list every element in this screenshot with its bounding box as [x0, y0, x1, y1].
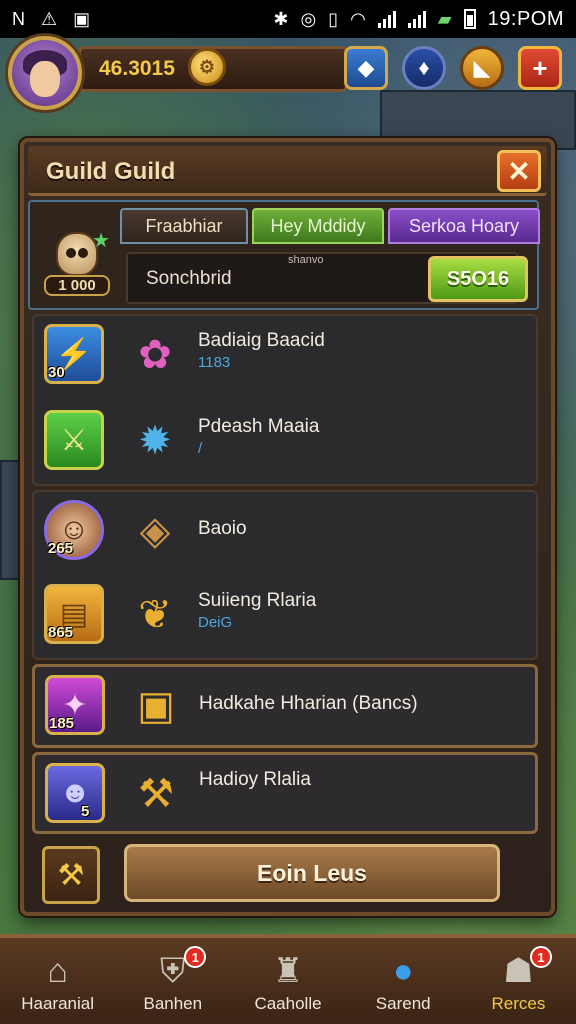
search-input[interactable]: shanvo Sonchbrid S5O16	[126, 252, 528, 304]
gold-shard-icon[interactable]: ◣	[460, 46, 504, 90]
nav-item-home[interactable]: ⌂ Haaranial	[0, 938, 115, 1024]
panel-title: Guild Guild	[46, 158, 176, 185]
notification-n-icon: N	[12, 9, 25, 29]
search-hint: shanvo	[288, 254, 324, 266]
list-item[interactable]: ⚔ ✹ Pdeash Maaia /	[34, 402, 536, 488]
tab-1[interactable]: Fraabhiar	[120, 208, 248, 244]
close-button[interactable]: ✕	[497, 150, 541, 192]
battery-saver-icon: ▰	[437, 9, 452, 29]
item-count: 30	[48, 364, 65, 381]
bluetooth-icon: ✱	[273, 9, 289, 29]
guild-list-section-1: ⚡ 30 ✿ Badiaig Baacid 1183 ⚔ ✹ Pdeash Ma…	[32, 314, 538, 486]
row-title: Suiieng Rlaria	[198, 590, 317, 611]
nav-label: Banhen	[143, 994, 203, 1013]
list-item[interactable]: ☺ 265 ◈ Baoio	[34, 492, 536, 578]
gold-coin-icon: ⚙	[188, 48, 226, 86]
blue-gem-icon[interactable]: ◆	[344, 46, 388, 90]
item-count: 185	[49, 715, 75, 732]
avatar-face	[30, 61, 60, 97]
row-subtitle: DeiG	[198, 614, 233, 631]
row-title: Badiaig Baacid	[198, 330, 325, 351]
nav-label: Haaranial	[21, 994, 94, 1013]
item-count: 5	[81, 803, 90, 820]
list-item[interactable]: ✦ 185 ▣ Hadkahe Hharian (Bancs)	[35, 667, 535, 753]
nav-item-5[interactable]: 1 ☗ Rerces	[461, 938, 576, 1024]
join-bar: ⚒ Eoin Leus	[38, 842, 536, 910]
item-count: 865	[48, 624, 74, 641]
tab-2[interactable]: Hey Mddidy	[252, 208, 384, 244]
row-title: Baoio	[198, 518, 247, 539]
diamond-emblem-icon: ◈	[139, 509, 171, 553]
list-item[interactable]: ▤ 865 ❦ Suiieng Rlaria DeiG	[34, 576, 536, 662]
row-title: Pdeash Maaia	[198, 416, 320, 437]
panel-title-bar: Guild Guild ✕	[28, 146, 547, 196]
nav-label: Sarend	[375, 994, 431, 1013]
item-count: 265	[48, 540, 74, 557]
guild-level-badge: ★ 1 000	[44, 228, 110, 298]
demon-portrait-icon: ☻	[45, 763, 105, 823]
tab-3[interactable]: Serkoa Hoary	[388, 208, 540, 244]
pink-lotus-icon: ✿	[138, 333, 172, 377]
status-bar: N ⚠ ▣ ✱ ◎ ▯ ◠ ▰ 19:POM	[0, 0, 576, 38]
list-item[interactable]: ⚡ 30 ✿ Badiaig Baacid 1183	[34, 316, 536, 402]
nav-item-3[interactable]: ♜ Caaholle	[230, 938, 345, 1024]
chat-bubble-icon: ●	[392, 952, 414, 990]
list-item[interactable]: ☻ 5 ⚒ Hadioy Rlalia	[35, 755, 535, 841]
gold-hammer-icon: ⚒	[42, 846, 100, 904]
plus-icon[interactable]: +	[518, 46, 562, 90]
gold-hammer-icon: ⚒	[138, 772, 174, 816]
row-subtitle: /	[198, 440, 203, 457]
team-icon: ☗	[503, 952, 534, 990]
signal-icon-2	[407, 10, 426, 28]
nav-item-4[interactable]: ● Sarend	[346, 938, 461, 1024]
image-icon: ▣	[73, 9, 91, 29]
nav-label: Rerces	[491, 994, 546, 1013]
top-hud: 46.3015 ⚙ ◆ ♦ ◣ +	[0, 34, 576, 114]
signal-icon	[377, 10, 396, 28]
gold-amount: 46.3015	[99, 57, 175, 80]
status-time: 19:POM	[487, 7, 564, 30]
guild-header: ★ 1 000 Fraabhiar Hey Mddidy Serkoa Hoar…	[28, 200, 540, 310]
alarm-icon: ◎	[300, 9, 317, 29]
notification-badge: 1	[530, 946, 553, 968]
guild-list-section-3: ✦ 185 ▣ Hadkahe Hharian (Bancs)	[32, 664, 538, 748]
battery-icon	[463, 9, 476, 29]
house-icon: ⌂	[47, 952, 68, 990]
gold-wing-icon: ❦	[138, 593, 172, 637]
row-title: Hadioy Rlalia	[199, 769, 311, 790]
star-icon: ★	[92, 230, 110, 252]
shield-heart-icon: ⛨	[160, 952, 186, 990]
join-button[interactable]: Eoin Leus	[124, 844, 500, 902]
warning-triangle-icon: ⚠	[41, 9, 58, 29]
castle-icon: ♜	[272, 952, 304, 990]
search-value: Sonchbrid	[146, 268, 232, 289]
guild-list-section-4: ☻ 5 ⚒ Hadioy Rlalia	[32, 752, 538, 834]
guild-level-number: 1 000	[44, 275, 110, 296]
search-button[interactable]: S5O16	[428, 256, 528, 302]
row-title: Hadkahe Hharian (Bancs)	[199, 693, 418, 714]
bottom-nav: ⌂ Haaranial 1 ⛨ Banhen ♜ Caaholle ● Sare…	[0, 934, 576, 1024]
row-subtitle: 1183	[198, 354, 231, 371]
nav-item-2[interactable]: 1 ⛨ Banhen	[115, 938, 230, 1024]
crystal-icon[interactable]: ♦	[402, 46, 446, 90]
green-sword-icon: ⚔	[44, 410, 104, 470]
wifi-icon: ◠	[350, 9, 366, 29]
notification-badge: 1	[184, 946, 207, 968]
nav-label: Caaholle	[254, 994, 322, 1013]
vibrate-icon: ▯	[328, 9, 339, 29]
guild-list-section-2: ☺ 265 ◈ Baoio ▤ 865 ❦ Suiieng Rlaria Dei…	[32, 490, 538, 660]
guild-panel: Guild Guild ✕ ★ 1 000 Fraabhiar Hey Mddi…	[20, 138, 555, 916]
player-avatar[interactable]	[8, 36, 82, 110]
blue-spirit-icon: ✹	[138, 419, 172, 463]
gold-chest-icon: ▣	[137, 684, 175, 728]
